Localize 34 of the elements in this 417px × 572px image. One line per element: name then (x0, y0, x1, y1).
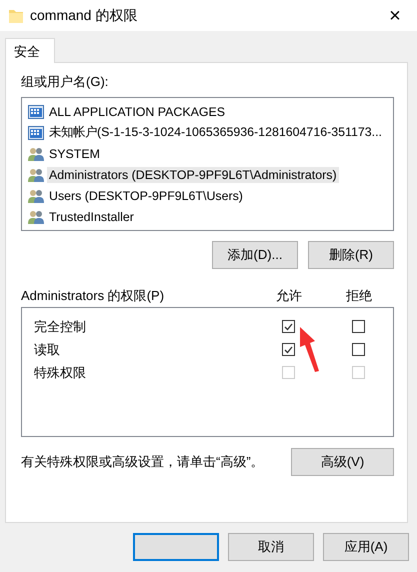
column-header: 拒绝 (345, 287, 373, 305)
users-icon (28, 208, 44, 224)
advanced-button[interactable]: 高级(V) (291, 448, 394, 476)
cancel-button[interactable]: 取消 (228, 533, 314, 561)
user-list-item[interactable]: SYSTEM (47, 146, 102, 162)
group-list-label: 组或用户名(G): (21, 73, 110, 91)
user-list-item[interactable]: TrustedInstaller (47, 208, 136, 224)
users-icon (28, 188, 44, 204)
permissions-label: Administrators 的权限(P) (21, 287, 166, 305)
checkbox[interactable] (282, 320, 294, 333)
advanced-hint: 有关特殊权限或高级设置，请单击“高级”。 (21, 453, 264, 471)
column-header: 允许 (275, 287, 303, 305)
close-button[interactable]: × (383, 6, 407, 26)
user-list-item[interactable]: Administrators (DESKTOP-9PF9L6T\Administrators) (47, 166, 339, 182)
folder-icon (8, 8, 24, 24)
tab[interactable]: 安全 (5, 38, 55, 63)
checkbox[interactable] (352, 343, 364, 356)
user-list-item[interactable]: 未知帐户(S-1-15-3-1024-1065365936-1281604716-351173... (47, 123, 384, 142)
user-list-item[interactable]: Users (DESKTOP-9PF9L6T\Users) (47, 188, 245, 204)
checkbox[interactable] (352, 320, 364, 333)
users-icon (28, 146, 44, 162)
apply-button[interactable]: 应用(A) (323, 533, 409, 561)
window-grid-icon (28, 104, 44, 120)
permission-name: 完全控制 (34, 318, 87, 336)
add-button[interactable]: 添加(D)... (212, 241, 298, 269)
remove-button[interactable]: 删除(R) (308, 241, 394, 269)
permission-name: 读取 (34, 340, 61, 358)
window-grid-icon (28, 124, 44, 140)
ok-button[interactable] (133, 533, 219, 561)
users-icon (28, 166, 44, 182)
user-list-item[interactable]: ALL APPLICATION PACKAGES (47, 104, 228, 120)
checkbox[interactable] (282, 343, 294, 356)
permission-name: 特殊权限 (34, 364, 87, 382)
window-title: command 的权限 (30, 6, 138, 24)
